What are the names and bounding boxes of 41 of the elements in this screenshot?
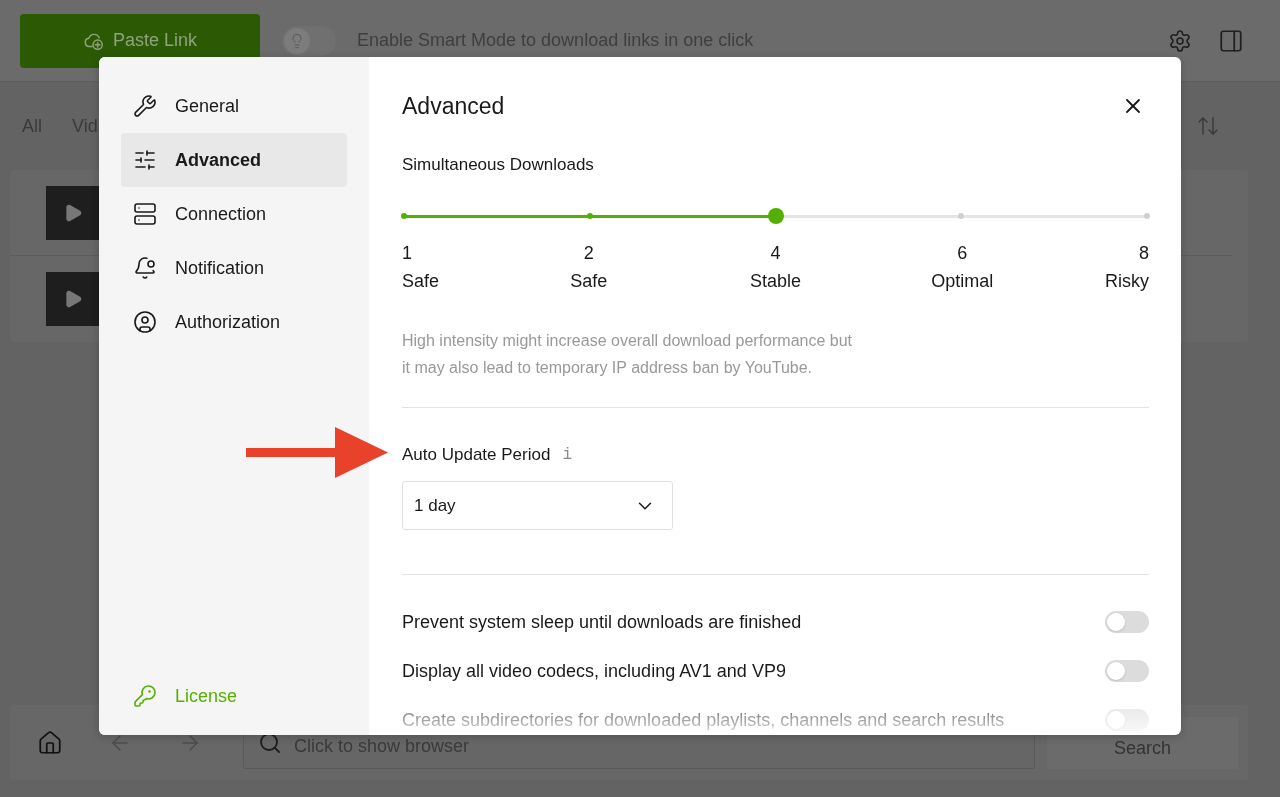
slider-thumb[interactable] xyxy=(767,208,784,224)
help-text: High intensity might increase overall download performance but it may also lead to temporary IP address ban by YouTube. xyxy=(402,331,853,378)
smart-mode-toggle[interactable] xyxy=(282,25,336,56)
toggle-label: Prevent system sleep until downloads are finished xyxy=(402,611,802,633)
sidebar-item[interactable]: General xyxy=(121,79,347,133)
section-label: Auto Update Period xyxy=(402,444,551,466)
play-icon xyxy=(63,289,83,309)
panel-icon[interactable] xyxy=(1218,27,1244,54)
stop-caption: Optimal xyxy=(931,270,994,293)
user-circle-icon xyxy=(133,310,157,334)
stop-caption: Safe xyxy=(402,270,440,293)
section-label: Simultaneous Downloads xyxy=(402,154,595,176)
server-icon xyxy=(133,202,157,226)
sort-icon[interactable] xyxy=(1196,114,1220,138)
stop-value: 6 xyxy=(957,242,968,265)
dialog-title: Advanced xyxy=(402,91,505,121)
stop-caption: Safe xyxy=(570,270,608,293)
sidebar-item[interactable]: Notification xyxy=(121,241,347,295)
stop-caption: Stable xyxy=(749,270,801,293)
toggle-switch[interactable] xyxy=(1105,660,1149,682)
sliders-icon xyxy=(133,148,157,172)
license-link[interactable]: License xyxy=(121,676,347,716)
bell-icon xyxy=(133,256,157,280)
sidebar-item[interactable]: Authorization xyxy=(121,295,347,349)
stop-value: 8 xyxy=(1139,242,1149,265)
toggle-switch[interactable] xyxy=(1105,611,1149,633)
stop-caption: Risky xyxy=(1105,270,1149,293)
sidebar-item[interactable]: Advanced xyxy=(121,133,347,187)
period-dropdown[interactable]: 1 day xyxy=(402,481,673,530)
sidebar-item[interactable]: Connection xyxy=(121,187,347,241)
stop-value: 4 xyxy=(770,242,781,265)
stop-value: 1 xyxy=(402,242,412,265)
info-icon[interactable]: i xyxy=(562,443,572,467)
key-icon xyxy=(133,684,157,708)
home-icon[interactable] xyxy=(37,729,63,756)
lightbulb-icon xyxy=(289,32,305,49)
wrench-icon xyxy=(133,94,157,118)
settings-icon[interactable] xyxy=(1168,28,1192,53)
play-icon xyxy=(63,202,83,223)
toggle-label: Display all video codecs, including AV1 and VP9 xyxy=(402,660,786,682)
stop-value: 2 xyxy=(583,242,594,265)
